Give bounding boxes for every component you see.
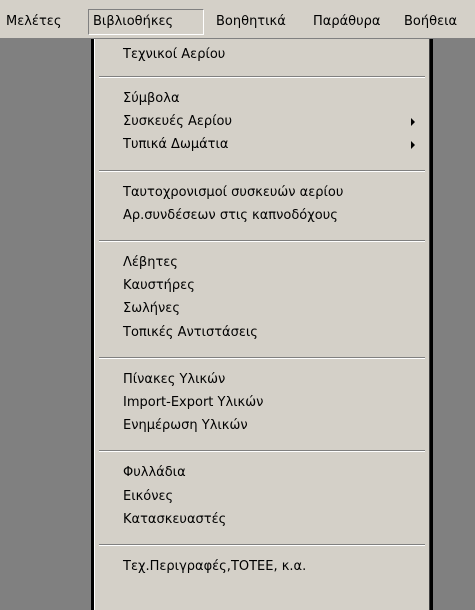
menu-separator xyxy=(99,357,425,359)
menu-item-brochures[interactable]: Φυλλάδια xyxy=(95,461,429,485)
menu-item-standard-rooms[interactable]: Τυπικά Δωμάτια xyxy=(95,133,429,157)
menu-item-pipes[interactable]: Σωλήνες xyxy=(95,297,429,321)
menu-item-label: Εικόνες xyxy=(123,489,174,504)
menu-item-boilers[interactable]: Λέβητες xyxy=(95,251,429,275)
menu-separator xyxy=(99,170,425,172)
menu-item-manufacturers[interactable]: Κατασκευαστές xyxy=(95,508,429,532)
menu-separator xyxy=(99,240,425,242)
workspace-background-left xyxy=(0,39,94,610)
menu-item-update-materials[interactable]: Ενημέρωση Υλικών xyxy=(95,414,429,438)
menu-item-images[interactable]: Εικόνες xyxy=(95,485,429,509)
menu-item-label: Λέβητες xyxy=(123,255,178,270)
submenu-arrow-icon xyxy=(411,141,415,149)
menu-item-technicians[interactable]: Τεχνικοί Αερίου xyxy=(95,43,429,67)
menu-item-gas-appliances[interactable]: Συσκευές Αερίου xyxy=(95,110,429,134)
menu-item-label: Import-Export Υλικών xyxy=(123,395,264,410)
menu-item-label: Φυλλάδια xyxy=(123,465,186,480)
menu-item-symbols[interactable]: Σύμβολα xyxy=(95,87,429,111)
libraries-dropdown-menu: Τεχνικοί Αερίου Σύμβολα Συσκευές Αερίου … xyxy=(94,39,430,610)
menu-item-label: Συσκευές Αερίου xyxy=(123,114,233,129)
menu-item-label: Ενημέρωση Υλικών xyxy=(123,418,248,433)
menu-separator xyxy=(99,544,425,546)
menu-item-label: Σωλήνες xyxy=(123,301,180,316)
menu-item-label: Ταυτοχρονισμοί συσκευών αερίου xyxy=(123,185,344,200)
menu-item-label: Τεχνικοί Αερίου xyxy=(123,47,226,62)
menu-separator xyxy=(99,450,425,452)
menu-bar: Μελέτες Βιβλιοθήκες Βοηθητικά Παράθυρα Β… xyxy=(0,0,475,39)
menu-item-label: Σύμβολα xyxy=(123,91,180,106)
menu-item-label: Κατασκευαστές xyxy=(123,512,227,527)
menu-item-burners[interactable]: Καυστήρες xyxy=(95,274,429,298)
menu-item-label: Πίνακες Υλικών xyxy=(123,372,226,387)
menu-voithitika[interactable]: Βοηθητικά xyxy=(216,9,286,35)
menu-item-material-tables[interactable]: Πίνακες Υλικών xyxy=(95,368,429,392)
menu-item-import-export-materials[interactable]: Import-Export Υλικών xyxy=(95,391,429,415)
menu-meletes[interactable]: Μελέτες xyxy=(6,9,61,35)
menu-item-label: Τοπικές Αντιστάσεις xyxy=(123,325,258,340)
menu-item-label: Αρ.συνδέσεων στις καπνοδόχους xyxy=(123,208,338,223)
workspace-background-right xyxy=(430,39,475,610)
menu-item-chimney-connections[interactable]: Αρ.συνδέσεων στις καπνοδόχους xyxy=(95,204,429,228)
menu-item-label: Καυστήρες xyxy=(123,278,195,293)
menu-voitheia[interactable]: Βοήθεια xyxy=(404,9,457,35)
menu-item-label: Τυπικά Δωμάτια xyxy=(123,137,229,152)
menu-item-technical-descriptions[interactable]: Τεχ.Περιγραφές,ΤΟΤΕΕ, κ.α. xyxy=(95,555,429,579)
menu-vivliothikes[interactable]: Βιβλιοθήκες xyxy=(88,9,204,35)
menu-separator xyxy=(99,76,425,78)
menu-item-local-resistances[interactable]: Τοπικές Αντιστάσεις xyxy=(95,321,429,345)
submenu-arrow-icon xyxy=(411,118,415,126)
menu-item-simultaneity[interactable]: Ταυτοχρονισμοί συσκευών αερίου xyxy=(95,181,429,205)
menu-parathyra[interactable]: Παράθυρα xyxy=(313,9,380,35)
menu-item-label: Τεχ.Περιγραφές,ΤΟΤΕΕ, κ.α. xyxy=(123,559,307,574)
